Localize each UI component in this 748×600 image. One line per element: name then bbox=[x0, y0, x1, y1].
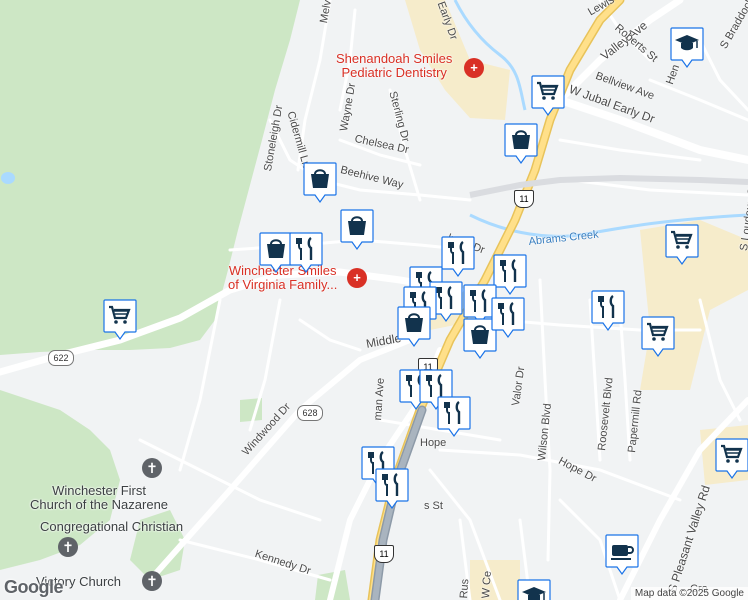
coffee-marker[interactable] bbox=[604, 533, 640, 577]
poi-label: Shenandoah Smiles Pediatric Dentistry bbox=[336, 51, 453, 80]
cross-icon[interactable]: ✝ bbox=[58, 537, 78, 557]
route-shield: 622 bbox=[48, 350, 74, 366]
cart-icon bbox=[103, 299, 137, 341]
map-attribution[interactable]: Map data ©2025 Google bbox=[630, 587, 748, 600]
poi-label: Winchester First Church of the Nazarene bbox=[30, 483, 169, 512]
route-shield: 11 bbox=[374, 545, 394, 563]
bag-icon bbox=[303, 162, 337, 204]
poi-shenandoah-smiles[interactable]: Shenandoah Smiles Pediatric Dentistry bbox=[336, 52, 452, 80]
school-marker[interactable] bbox=[516, 578, 552, 600]
restaurant-icon bbox=[441, 236, 475, 278]
bag-icon bbox=[340, 209, 374, 251]
medical-icon[interactable]: + bbox=[464, 58, 484, 78]
bag-icon bbox=[504, 123, 538, 165]
cross-icon[interactable]: ✝ bbox=[142, 458, 162, 478]
cart-icon bbox=[665, 224, 699, 266]
bag-marker[interactable] bbox=[339, 208, 375, 252]
cart-marker[interactable] bbox=[530, 74, 566, 118]
poi-label: Congregational Christian bbox=[40, 519, 184, 534]
street-label: W Ce bbox=[480, 570, 494, 599]
google-logo: Google bbox=[4, 577, 64, 597]
restaurant-icon bbox=[491, 297, 525, 339]
street-label: Rus bbox=[458, 578, 472, 599]
restaurant-marker[interactable] bbox=[590, 289, 626, 333]
cart-marker[interactable] bbox=[664, 223, 700, 267]
medical-icon[interactable]: + bbox=[347, 268, 367, 288]
restaurant-icon bbox=[375, 468, 409, 510]
restaurant-marker[interactable] bbox=[374, 467, 410, 511]
bag-marker[interactable] bbox=[503, 122, 539, 166]
school-marker[interactable] bbox=[669, 26, 705, 70]
cart-icon bbox=[531, 75, 565, 117]
map-canvas[interactable]: Melvor Ln Wayne Dr Cidermill Ln Stonelei… bbox=[0, 0, 748, 600]
coffee-icon bbox=[605, 534, 639, 576]
route-shield: 628 bbox=[297, 405, 323, 421]
cart-marker[interactable] bbox=[714, 437, 748, 481]
cart-marker[interactable] bbox=[102, 298, 138, 342]
restaurant-icon bbox=[591, 290, 625, 332]
poi-congregational[interactable]: Congregational Christian bbox=[40, 520, 183, 534]
cross-icon[interactable]: ✝ bbox=[142, 571, 162, 591]
restaurant-icon bbox=[437, 396, 471, 438]
poi-nazarene[interactable]: Winchester First Church of the Nazarene bbox=[30, 484, 168, 512]
cart-marker[interactable] bbox=[640, 315, 676, 359]
bag-marker[interactable] bbox=[396, 305, 432, 349]
bag-icon bbox=[397, 306, 431, 348]
bag-marker[interactable] bbox=[302, 161, 338, 205]
school-icon bbox=[517, 579, 551, 600]
cart-icon bbox=[715, 438, 748, 480]
restaurant-marker[interactable] bbox=[490, 296, 526, 340]
street-label: s St bbox=[424, 500, 443, 512]
restaurant-icon bbox=[289, 232, 323, 274]
restaurant-marker[interactable] bbox=[440, 235, 476, 279]
route-shield: 11 bbox=[514, 190, 534, 208]
school-icon bbox=[670, 27, 704, 69]
restaurant-marker[interactable] bbox=[288, 231, 324, 275]
restaurant-marker[interactable] bbox=[436, 395, 472, 439]
cart-icon bbox=[641, 316, 675, 358]
